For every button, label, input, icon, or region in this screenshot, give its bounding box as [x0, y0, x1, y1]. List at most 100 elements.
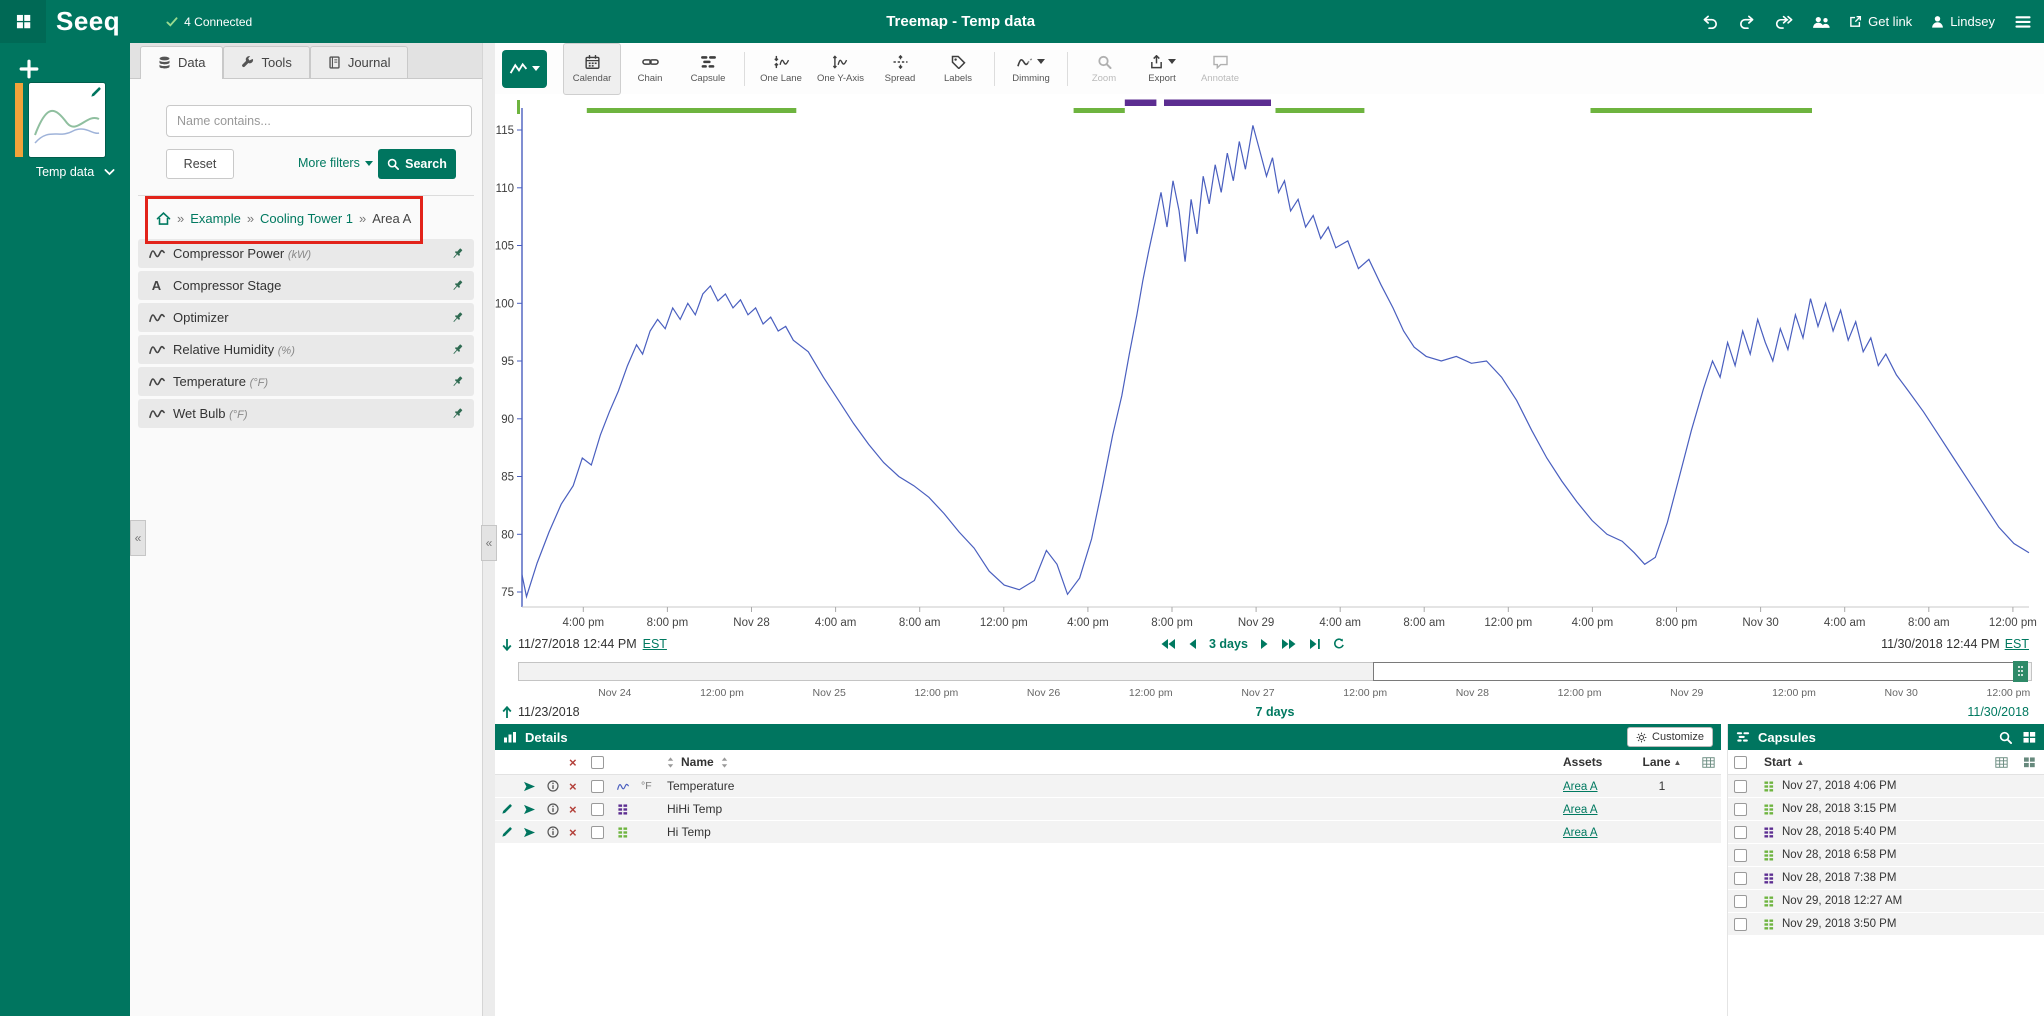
- user-menu[interactable]: Lindsey: [1931, 14, 1995, 29]
- breadcrumb-link[interactable]: Example: [190, 211, 241, 226]
- home-icon[interactable]: [156, 212, 171, 225]
- edit-icon[interactable]: [501, 826, 523, 838]
- reset-button[interactable]: Reset: [166, 149, 234, 179]
- capsule-row[interactable]: Nov 28, 2018 3:15 PM: [1728, 798, 2044, 820]
- redo-button[interactable]: [1738, 15, 1756, 29]
- signal-item[interactable]: Wet Bulb (°F): [138, 399, 474, 428]
- signal-item[interactable]: Temperature (°F): [138, 367, 474, 396]
- capsules-grid-icon[interactable]: [2023, 731, 2036, 744]
- lane-column-header[interactable]: Lane▲: [1639, 755, 1685, 769]
- signal-item[interactable]: ACompressor Stage: [138, 271, 474, 300]
- investigate-start-date[interactable]: 11/23/2018: [518, 705, 580, 719]
- new-worksheet-button[interactable]: [15, 55, 43, 83]
- info-icon[interactable]: [547, 780, 569, 792]
- pin-icon[interactable]: [451, 279, 464, 292]
- worksheet-thumbnail[interactable]: [29, 83, 105, 157]
- row-checkbox[interactable]: [1734, 849, 1764, 862]
- pin-icon[interactable]: [451, 375, 464, 388]
- signal-item[interactable]: Compressor Power (kW): [138, 239, 474, 268]
- more-filters-link[interactable]: More filters: [298, 156, 373, 170]
- toolbar-spread-button[interactable]: Spread: [871, 43, 929, 95]
- row-checkbox[interactable]: [591, 780, 617, 793]
- redo-all-button[interactable]: [1775, 15, 1793, 29]
- add-column-icon[interactable]: [1702, 757, 1715, 768]
- capsule-row[interactable]: Nov 28, 2018 5:40 PM: [1728, 821, 2044, 843]
- remove-icon[interactable]: ×: [569, 780, 591, 793]
- row-checkbox[interactable]: [1734, 780, 1764, 793]
- signal-item[interactable]: Relative Humidity (%): [138, 335, 474, 364]
- step-to-now-button[interactable]: [1309, 638, 1321, 650]
- row-checkbox[interactable]: [1734, 895, 1764, 908]
- toolbar-calendar-button[interactable]: Calendar: [563, 43, 621, 95]
- chevron-down-icon[interactable]: [104, 168, 115, 176]
- toolbar-trend-view-selector-button[interactable]: [502, 50, 547, 88]
- display-range-duration[interactable]: 3 days: [1209, 637, 1248, 651]
- remove-icon[interactable]: ×: [569, 826, 591, 839]
- remove-all-icon[interactable]: ×: [569, 756, 591, 769]
- toolbar-one-y-axis-button[interactable]: One Y-Axis: [810, 43, 871, 95]
- table-grid-icon[interactable]: [2023, 757, 2036, 768]
- row-checkbox[interactable]: [1734, 826, 1764, 839]
- info-icon[interactable]: [547, 803, 569, 815]
- range-start-value[interactable]: 11/27/2018 12:44 PM: [518, 637, 637, 651]
- signal-item[interactable]: Optimizer: [138, 303, 474, 332]
- search-button[interactable]: Search: [378, 149, 456, 179]
- remove-icon[interactable]: ×: [569, 803, 591, 816]
- row-checkbox[interactable]: [1734, 918, 1764, 931]
- pin-icon[interactable]: [451, 247, 464, 260]
- row-checkbox[interactable]: [1734, 803, 1764, 816]
- assets-column-header[interactable]: Assets: [1563, 755, 1639, 769]
- breadcrumb-link[interactable]: Cooling Tower 1: [260, 211, 353, 226]
- toolbar-labels-button[interactable]: Labels: [929, 43, 987, 95]
- row-checkbox[interactable]: [591, 803, 617, 816]
- step-forward-full-button[interactable]: [1281, 638, 1297, 650]
- jump-to-icon[interactable]: [523, 781, 547, 792]
- tab-journal[interactable]: Journal: [310, 46, 409, 78]
- step-back-full-button[interactable]: [1160, 638, 1176, 650]
- sort-icon[interactable]: [667, 757, 674, 768]
- edit-icon[interactable]: [501, 803, 523, 815]
- auto-update-button[interactable]: [1333, 638, 1345, 650]
- toolbar-chain-button[interactable]: Chain: [621, 43, 679, 95]
- capsule-row[interactable]: Nov 29, 2018 12:27 AM: [1728, 890, 2044, 912]
- toolbar-one-lane-button[interactable]: One Lane: [752, 43, 810, 95]
- toolbar-dimming-button[interactable]: Dimming: [1002, 43, 1060, 95]
- toolbar-export-button[interactable]: Export: [1133, 43, 1191, 95]
- start-column-header[interactable]: Start▲: [1764, 755, 1995, 769]
- undo-button[interactable]: [1701, 15, 1719, 29]
- timeline-handle[interactable]: [2013, 661, 2028, 682]
- row-checkbox[interactable]: [1734, 872, 1764, 885]
- sort-icon[interactable]: [721, 757, 728, 768]
- name-column-header[interactable]: Name: [681, 755, 714, 769]
- collapse-rail-handle[interactable]: «: [130, 520, 146, 556]
- investigate-duration[interactable]: 7 days: [1256, 705, 1295, 719]
- select-all-checkbox[interactable]: [591, 756, 617, 769]
- collaborators-button[interactable]: [1812, 15, 1830, 29]
- hamburger-menu-button[interactable]: [2014, 15, 2032, 29]
- capsule-row[interactable]: Nov 28, 2018 7:38 PM: [1728, 867, 2044, 889]
- collapse-panel-handle[interactable]: «: [481, 525, 497, 561]
- tab-tools[interactable]: Tools: [223, 46, 309, 78]
- row-checkbox[interactable]: [591, 826, 617, 839]
- jump-to-icon[interactable]: [523, 827, 547, 838]
- investigate-end-date[interactable]: 11/30/2018: [1967, 705, 2029, 719]
- asset-link[interactable]: Area A: [1563, 804, 1598, 816]
- pin-icon[interactable]: [451, 311, 464, 324]
- pin-icon[interactable]: [451, 407, 464, 420]
- pin-icon[interactable]: [451, 343, 464, 356]
- toolbar-capsule-button[interactable]: Capsule: [679, 43, 737, 95]
- seeq-logo[interactable]: Seeq: [56, 6, 120, 37]
- asset-link[interactable]: Area A: [1563, 827, 1598, 839]
- tab-data[interactable]: Data: [140, 46, 223, 78]
- select-all-checkbox[interactable]: [1734, 756, 1764, 769]
- customize-button[interactable]: Customize: [1627, 727, 1713, 747]
- apps-menu-button[interactable]: [0, 0, 46, 43]
- capsule-row[interactable]: Nov 29, 2018 3:50 PM: [1728, 913, 2044, 935]
- add-column-icon[interactable]: [1995, 757, 2008, 768]
- range-end-value[interactable]: 11/30/2018 12:44 PM: [1881, 637, 2000, 651]
- search-capsules-icon[interactable]: [1999, 731, 2012, 744]
- info-icon[interactable]: [547, 826, 569, 838]
- step-forward-half-button[interactable]: [1260, 638, 1269, 650]
- jump-to-icon[interactable]: [523, 804, 547, 815]
- search-input[interactable]: [166, 105, 472, 137]
